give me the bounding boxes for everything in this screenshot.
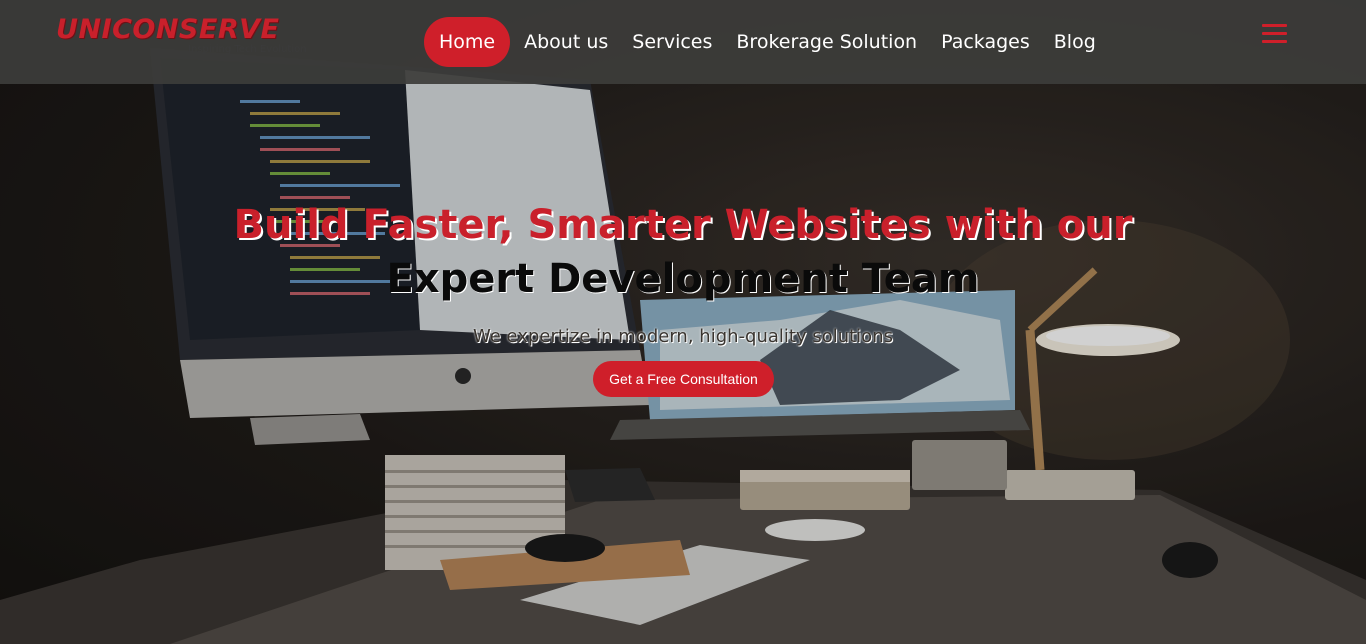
hero-background-image: [0, 0, 1366, 644]
hero-dark-overlay: [0, 0, 1366, 644]
hero-title-line-2: Expert Development Team: [386, 256, 980, 302]
main-navigation: Home About us Services Brokerage Solutio…: [424, 17, 1108, 67]
logo-wordmark: UNICONSERVE: [56, 14, 280, 45]
nav-item-blog[interactable]: Blog: [1042, 17, 1108, 67]
nav-item-home[interactable]: Home: [424, 17, 511, 67]
hero-title-line-1: Build Faster, Smarter Websites with our: [233, 202, 1133, 248]
nav-item-packages[interactable]: Packages: [929, 17, 1042, 67]
nav-item-services[interactable]: Services: [620, 17, 724, 67]
hero-subtitle: We expertize in modern, high-quality sol…: [473, 326, 893, 347]
hero-title: Build Faster, Smarter Websites with our …: [0, 198, 1366, 306]
brand-logo[interactable]: UNICONSERVE Inspiring Tech Evolution: [56, 14, 307, 60]
nav-item-about-us[interactable]: About us: [512, 17, 620, 67]
logo-tagline: Inspiring Tech Evolution: [188, 44, 307, 55]
nav-item-brokerage-solution[interactable]: Brokerage Solution: [724, 17, 929, 67]
hamburger-menu-icon[interactable]: [1262, 22, 1288, 46]
free-consultation-button[interactable]: Get a Free Consultation: [593, 361, 774, 397]
site-header: UNICONSERVE Inspiring Tech Evolution Hom…: [0, 0, 1366, 84]
